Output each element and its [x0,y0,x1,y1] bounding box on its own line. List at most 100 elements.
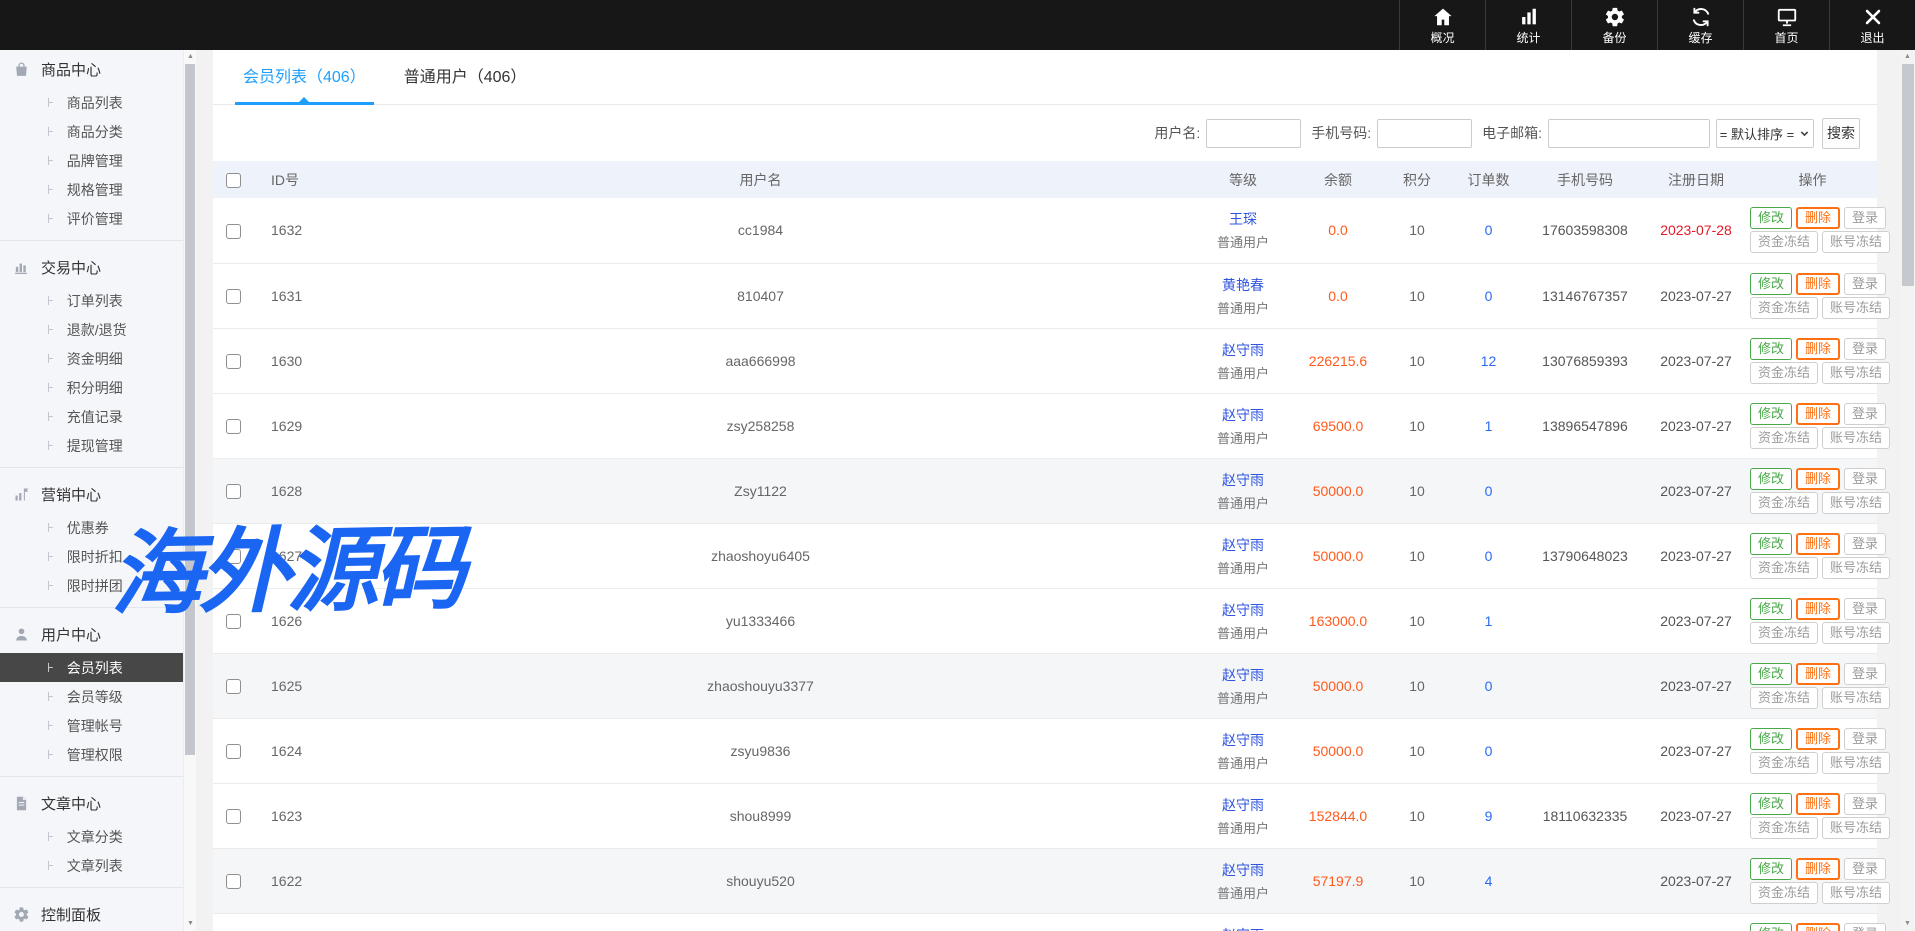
freeze-account-button[interactable]: 账号冻结 [1822,231,1890,253]
level-link[interactable]: 赵守雨 [1222,472,1264,488]
login-button[interactable]: 登录 [1844,468,1886,490]
sidebar-section-header[interactable]: 交易中心 [0,248,183,286]
topbar-button-stats[interactable]: 统计 [1485,0,1571,50]
tab-member-list[interactable]: 会员列表（406） [235,50,374,105]
sidebar-scrollbar[interactable]: ▲ ▼ [183,50,196,931]
level-link[interactable]: 赵守雨 [1222,667,1264,683]
edit-button[interactable]: 修改 [1750,207,1792,229]
topbar-button-gear[interactable]: 备份 [1571,0,1657,50]
login-button[interactable]: 登录 [1844,728,1886,750]
row-checkbox[interactable] [226,289,241,304]
level-link[interactable]: 赵守雨 [1222,537,1264,553]
edit-button[interactable]: 修改 [1750,923,1792,931]
login-button[interactable]: 登录 [1844,207,1886,229]
delete-button[interactable]: 删除 [1796,793,1840,815]
sidebar-scrollbar-thumb[interactable] [185,64,195,755]
login-button[interactable]: 登录 [1844,273,1886,295]
login-button[interactable]: 登录 [1844,338,1886,360]
freeze-funds-button[interactable]: 资金冻结 [1750,557,1818,579]
freeze-funds-button[interactable]: 资金冻结 [1750,492,1818,514]
edit-button[interactable]: 修改 [1750,663,1792,685]
login-button[interactable]: 登录 [1844,923,1886,931]
sidebar-item-会员等级[interactable]: ⊦ 会员等级 [0,682,183,711]
sidebar-item-管理权限[interactable]: ⊦ 管理权限 [0,740,183,769]
freeze-account-button[interactable]: 账号冻结 [1822,492,1890,514]
delete-button[interactable]: 删除 [1796,923,1840,931]
login-button[interactable]: 登录 [1844,533,1886,555]
delete-button[interactable]: 删除 [1796,663,1840,685]
row-checkbox[interactable] [226,549,241,564]
sidebar-item-规格管理[interactable]: ⊦ 规格管理 [0,175,183,204]
sidebar-item-管理帐号[interactable]: ⊦ 管理帐号 [0,711,183,740]
level-link[interactable]: 赵守雨 [1222,602,1264,618]
level-link[interactable]: 黄艳春 [1222,277,1264,293]
level-link[interactable]: 赵守雨 [1222,862,1264,878]
page-scrollbar[interactable]: ▲ ▼ [1901,50,1915,931]
topbar-button-refresh[interactable]: 缓存 [1657,0,1743,50]
row-checkbox[interactable] [226,484,241,499]
level-link[interactable]: 赵守雨 [1222,342,1264,358]
delete-button[interactable]: 删除 [1796,273,1840,295]
sidebar-item-商品列表[interactable]: ⊦ 商品列表 [0,88,183,117]
select-all-checkbox[interactable] [226,173,241,188]
row-checkbox[interactable] [226,614,241,629]
edit-button[interactable]: 修改 [1750,533,1792,555]
orders-link[interactable]: 0 [1485,483,1493,499]
orders-link[interactable]: 1 [1485,418,1493,434]
scroll-down-icon[interactable]: ▼ [184,917,197,931]
level-link[interactable]: 赵守雨 [1222,407,1264,423]
sidebar-item-限时拼团[interactable]: ⊦ 限时拼团 [0,571,183,600]
scroll-up-icon[interactable]: ▲ [184,50,197,64]
freeze-funds-button[interactable]: 资金冻结 [1750,231,1818,253]
freeze-account-button[interactable]: 账号冻结 [1822,817,1890,839]
page-scroll-down-icon[interactable]: ▼ [1901,917,1914,931]
page-scroll-up-icon[interactable]: ▲ [1901,50,1914,64]
row-checkbox[interactable] [226,354,241,369]
sidebar-item-会员列表[interactable]: ⊦ 会员列表 [0,653,183,682]
sidebar-item-限时折扣[interactable]: ⊦ 限时折扣 [0,542,183,571]
orders-link[interactable]: 9 [1485,808,1493,824]
edit-button[interactable]: 修改 [1750,598,1792,620]
freeze-funds-button[interactable]: 资金冻结 [1750,752,1818,774]
page-scrollbar-thumb[interactable] [1902,64,1914,286]
edit-button[interactable]: 修改 [1750,728,1792,750]
delete-button[interactable]: 删除 [1796,403,1840,425]
sidebar-section-header[interactable]: 控制面板 [0,895,183,931]
freeze-funds-button[interactable]: 资金冻结 [1750,687,1818,709]
level-link[interactable]: 王琛 [1229,211,1257,227]
row-checkbox[interactable] [226,419,241,434]
orders-link[interactable]: 0 [1485,222,1493,238]
freeze-account-button[interactable]: 账号冻结 [1822,362,1890,384]
orders-link[interactable]: 0 [1485,743,1493,759]
delete-button[interactable]: 删除 [1796,858,1840,880]
edit-button[interactable]: 修改 [1750,468,1792,490]
orders-link[interactable]: 0 [1485,288,1493,304]
sidebar-item-商品分类[interactable]: ⊦ 商品分类 [0,117,183,146]
row-checkbox[interactable] [226,809,241,824]
orders-link[interactable]: 12 [1481,353,1497,369]
level-link[interactable]: 赵守雨 [1222,797,1264,813]
freeze-account-button[interactable]: 账号冻结 [1822,297,1890,319]
edit-button[interactable]: 修改 [1750,403,1792,425]
sidebar-item-资金明细[interactable]: ⊦ 资金明细 [0,344,183,373]
delete-button[interactable]: 删除 [1796,533,1840,555]
row-checkbox[interactable] [226,224,241,239]
freeze-account-button[interactable]: 账号冻结 [1822,882,1890,904]
sidebar-item-提现管理[interactable]: ⊦ 提现管理 [0,431,183,460]
delete-button[interactable]: 删除 [1796,728,1840,750]
topbar-button-close[interactable]: 退出 [1829,0,1915,50]
freeze-funds-button[interactable]: 资金冻结 [1750,427,1818,449]
orders-link[interactable]: 0 [1485,678,1493,694]
sidebar-item-优惠券[interactable]: ⊦ 优惠券 [0,513,183,542]
sidebar-item-文章列表[interactable]: ⊦ 文章列表 [0,851,183,880]
freeze-funds-button[interactable]: 资金冻结 [1750,297,1818,319]
login-button[interactable]: 登录 [1844,598,1886,620]
topbar-button-monitor[interactable]: 首页 [1743,0,1829,50]
orders-link[interactable]: 0 [1485,548,1493,564]
freeze-funds-button[interactable]: 资金冻结 [1750,817,1818,839]
freeze-account-button[interactable]: 账号冻结 [1822,557,1890,579]
freeze-account-button[interactable]: 账号冻结 [1822,622,1890,644]
login-button[interactable]: 登录 [1844,858,1886,880]
search-input[interactable] [1206,119,1301,148]
sidebar-item-退款/退货[interactable]: ⊦ 退款/退货 [0,315,183,344]
